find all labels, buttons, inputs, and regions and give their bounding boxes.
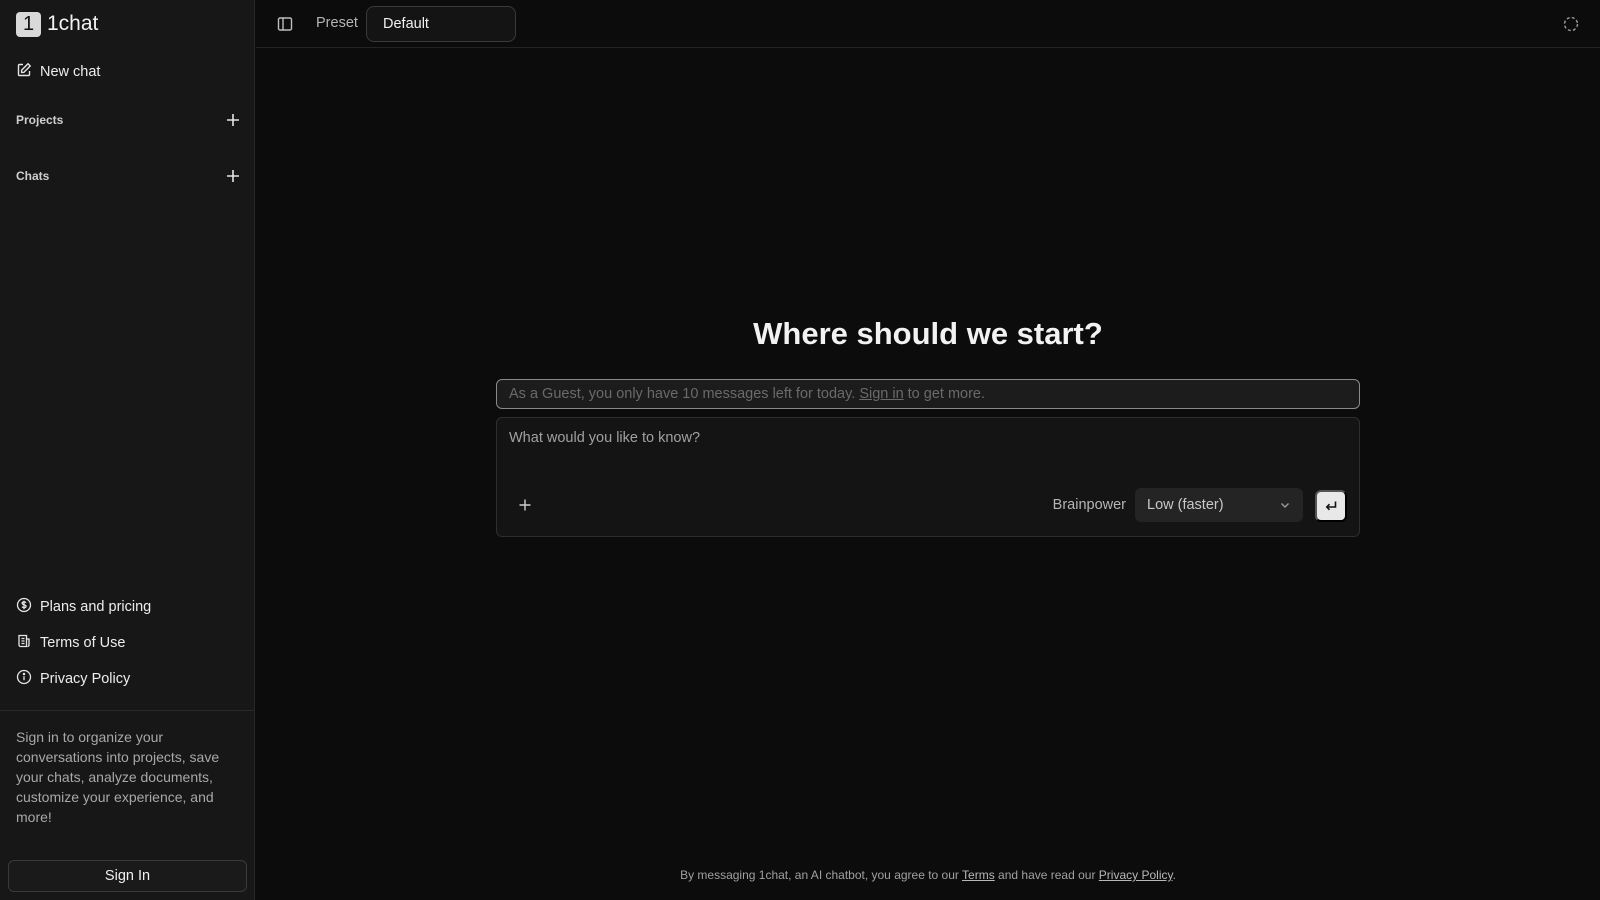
footer-suffix: .: [1172, 868, 1176, 882]
sidebar: 1 1chat New chat Projects Chats Plans an…: [0, 0, 255, 900]
top-bar: Preset Default: [256, 0, 1600, 48]
chats-section: Chats: [16, 168, 241, 184]
projects-section: Projects: [16, 112, 241, 128]
logo-text: 1chat: [47, 12, 99, 35]
plans-pricing-label: Plans and pricing: [40, 599, 152, 615]
terms-of-use-link[interactable]: Terms of Use: [16, 633, 125, 653]
logo[interactable]: 1 1chat: [16, 11, 98, 37]
guest-limit-banner: As a Guest, you only have 10 messages le…: [496, 379, 1360, 409]
plans-pricing-link[interactable]: Plans and pricing: [16, 597, 151, 617]
enter-icon: [1325, 501, 1337, 511]
terms-of-use-label: Terms of Use: [40, 635, 126, 651]
footer-prefix: By messaging 1chat, an AI chatbot, you a…: [680, 868, 959, 882]
privacy-link[interactable]: Privacy Policy: [1099, 868, 1173, 882]
terms-link[interactable]: Terms: [962, 868, 995, 882]
chats-label: Chats: [16, 169, 50, 183]
dollar-circle-icon: [16, 597, 32, 617]
add-chat-button[interactable]: [225, 168, 241, 184]
footer-disclaimer: By messaging 1chat, an AI chatbot, you a…: [256, 868, 1600, 882]
plus-icon: [227, 170, 239, 182]
new-chat-button[interactable]: New chat: [16, 62, 100, 82]
brainpower-label: Brainpower: [1052, 497, 1126, 513]
info-icon: [16, 669, 32, 689]
logo-mark: 1: [16, 11, 41, 37]
message-input[interactable]: [497, 418, 1359, 478]
brainpower-value: Low (faster): [1147, 497, 1224, 513]
privacy-policy-link[interactable]: Privacy Policy: [16, 669, 130, 689]
sidebar-divider: [0, 710, 255, 711]
new-chat-label: New chat: [40, 64, 101, 80]
sign-in-button[interactable]: Sign In: [8, 860, 247, 892]
projects-label: Projects: [16, 113, 64, 127]
plus-icon: [519, 499, 531, 511]
footer-middle: and have read our: [998, 868, 1096, 882]
message-composer: Brainpower Low (faster): [496, 417, 1360, 537]
guest-banner-suffix: to get more.: [907, 386, 986, 402]
guest-banner-text: As a Guest, you only have 10 messages le…: [509, 386, 856, 402]
page-title: Where should we start?: [753, 316, 1103, 351]
chevron-down-icon: [1281, 503, 1289, 508]
sidebar-toggle-icon[interactable]: [276, 15, 294, 33]
preset-dropdown[interactable]: Default: [366, 6, 516, 42]
send-button[interactable]: [1315, 490, 1347, 522]
edit-icon: [16, 62, 32, 82]
signin-note: Sign in to organize your conversations i…: [16, 729, 220, 825]
privacy-policy-label: Privacy Policy: [40, 671, 131, 687]
plus-icon: [227, 114, 239, 126]
add-project-button[interactable]: [225, 112, 241, 128]
document-icon: [16, 633, 32, 653]
attach-button[interactable]: [517, 497, 533, 513]
temporary-chat-icon[interactable]: [1562, 15, 1580, 33]
guest-sign-in-link[interactable]: Sign in: [859, 386, 903, 402]
preset-label: Preset: [316, 15, 358, 31]
brainpower-dropdown[interactable]: Low (faster): [1135, 488, 1303, 522]
